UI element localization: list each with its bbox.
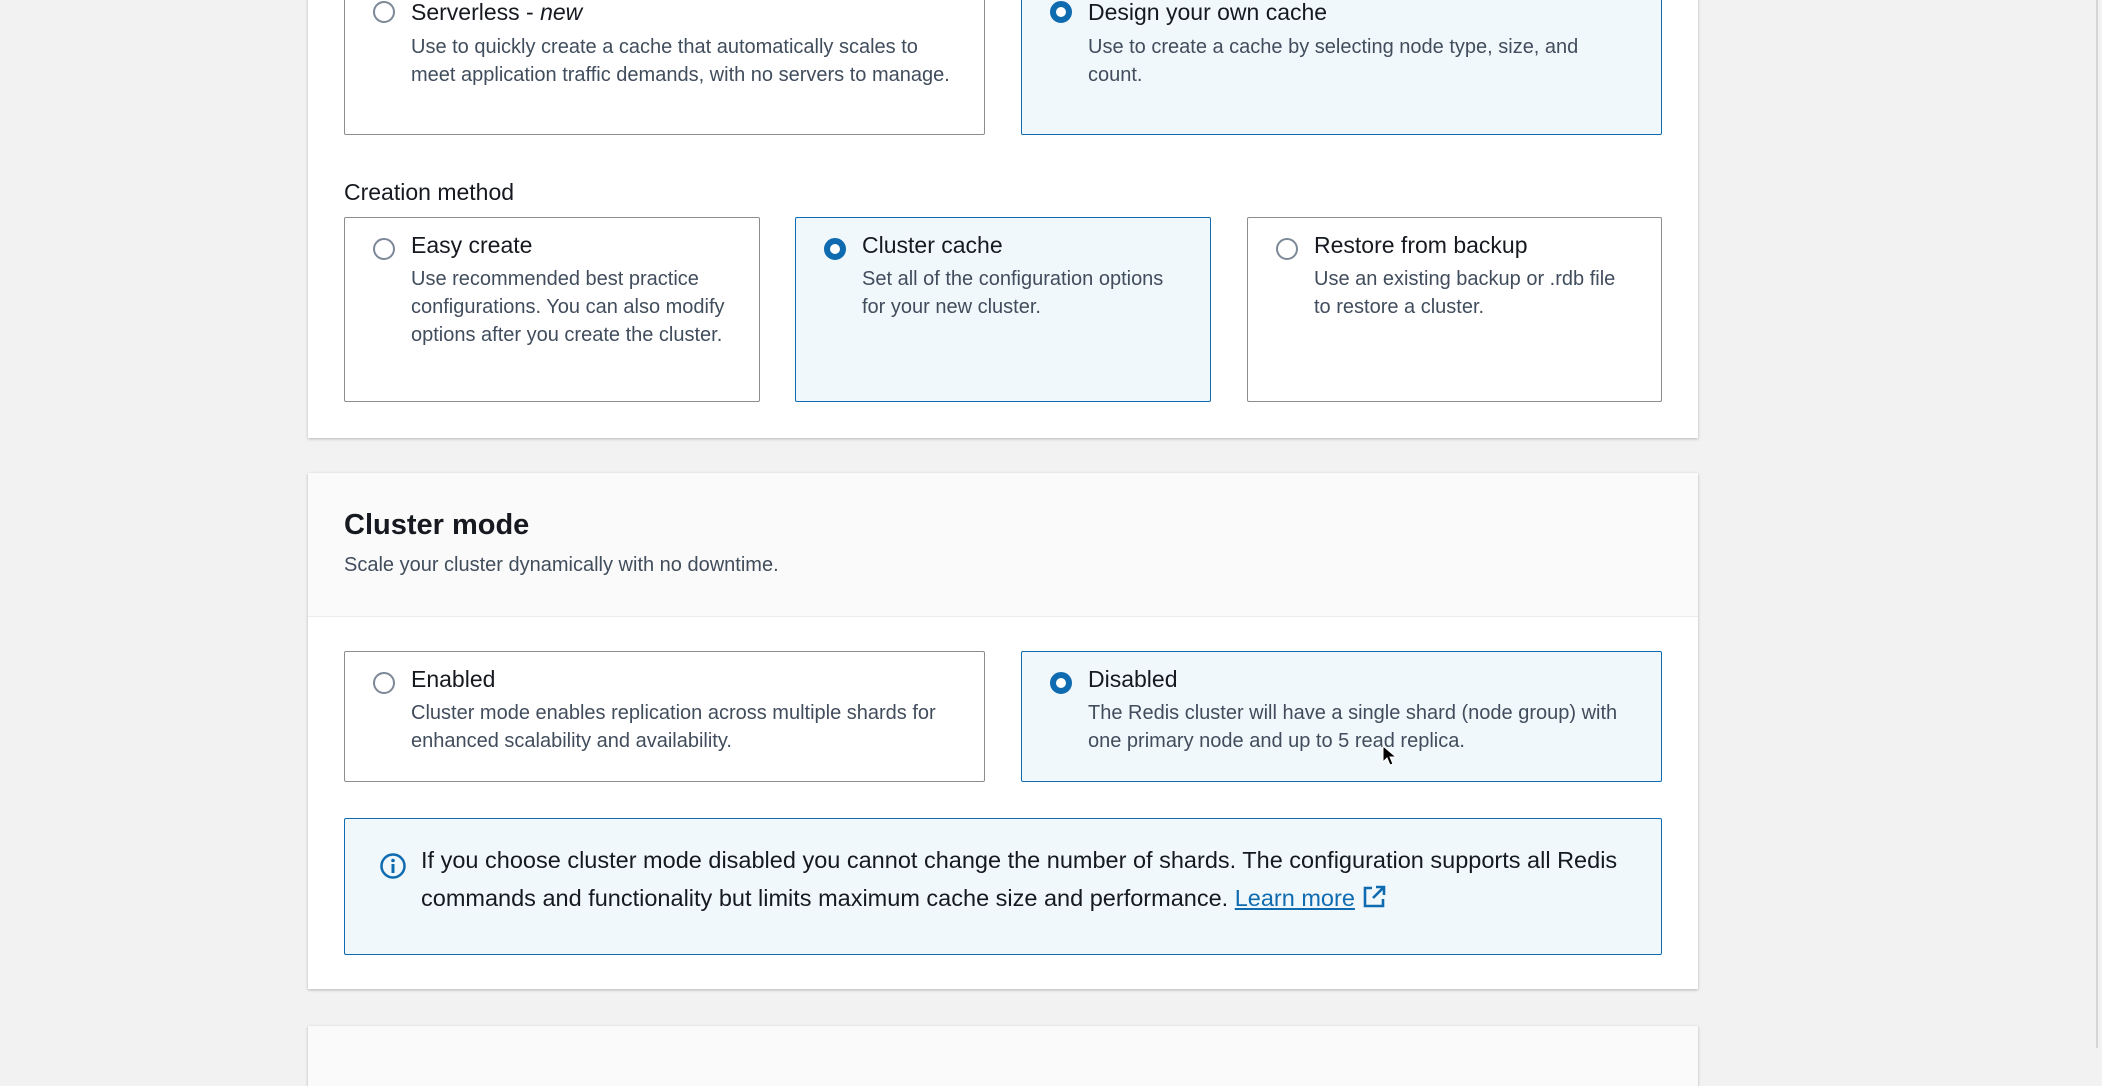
next-panel [308, 1026, 1698, 1086]
option-description: Set all of the configuration options for… [862, 268, 1164, 318]
option-cluster-enabled[interactable]: Enabled Cluster mode enables replication… [344, 651, 985, 782]
option-title: Enabled [411, 666, 496, 692]
info-message: If you choose cluster mode disabled you … [421, 847, 1618, 911]
deployment-panel: Serverless - new Use to quickly create a… [308, 0, 1698, 438]
radio-serverless[interactable] [373, 1, 395, 23]
external-link-icon[interactable] [1361, 884, 1387, 910]
option-title: Disabled [1088, 666, 1178, 692]
learn-more-link[interactable]: Learn more [1235, 885, 1355, 911]
radio-enabled[interactable] [373, 672, 395, 694]
option-restore-from-backup[interactable]: Restore from backup Use an existing back… [1247, 217, 1662, 402]
option-title: Easy create [411, 232, 533, 258]
creation-method-label: Creation method [344, 179, 515, 205]
option-description: Use an existing backup or .rdb file to r… [1314, 268, 1616, 318]
cluster-mode-header: Cluster mode Scale your cluster dynamica… [308, 473, 1698, 617]
option-easy-create[interactable]: Easy create Use recommended best practic… [344, 217, 760, 402]
new-tag: new [540, 0, 583, 25]
option-description: Use to quickly create a cache that autom… [411, 36, 950, 86]
radio-easy-create[interactable] [373, 238, 395, 260]
option-title: Cluster cache [862, 232, 1003, 258]
option-description: Use to create a cache by selecting node … [1088, 36, 1579, 86]
scrollbar-track[interactable] [2096, 0, 2098, 1048]
option-description: Cluster mode enables replication across … [411, 702, 936, 752]
radio-restore-from-backup[interactable] [1276, 238, 1298, 260]
option-title: Design your own cache [1088, 0, 1328, 25]
cluster-mode-panel: Cluster mode Scale your cluster dynamica… [308, 473, 1698, 989]
cluster-mode-subtitle: Scale your cluster dynamically with no d… [344, 554, 779, 576]
mouse-cursor-icon [1382, 745, 1398, 766]
radio-design-own-cache[interactable] [1050, 1, 1072, 23]
option-cluster-cache[interactable]: Cluster cache Set all of the configurati… [795, 217, 1211, 402]
option-title: Serverless - new [411, 0, 582, 26]
radio-cluster-cache[interactable] [824, 238, 846, 260]
option-serverless[interactable]: Serverless - new Use to quickly create a… [344, 0, 985, 135]
info-text: If you choose cluster mode disabled you … [421, 841, 1621, 917]
option-design-own-cache[interactable]: Design your own cache Use to create a ca… [1021, 0, 1662, 135]
option-description: Use recommended best practice configurat… [411, 268, 725, 346]
option-title: Restore from backup [1314, 232, 1528, 258]
option-description: The Redis cluster will have a single sha… [1088, 702, 1618, 752]
radio-disabled[interactable] [1050, 672, 1072, 694]
serverless-title: Serverless - [411, 0, 541, 25]
option-cluster-disabled[interactable]: Disabled The Redis cluster will have a s… [1021, 651, 1662, 782]
cluster-mode-title: Cluster mode [344, 509, 530, 541]
info-alert: If you choose cluster mode disabled you … [344, 818, 1662, 955]
info-icon [380, 853, 406, 879]
